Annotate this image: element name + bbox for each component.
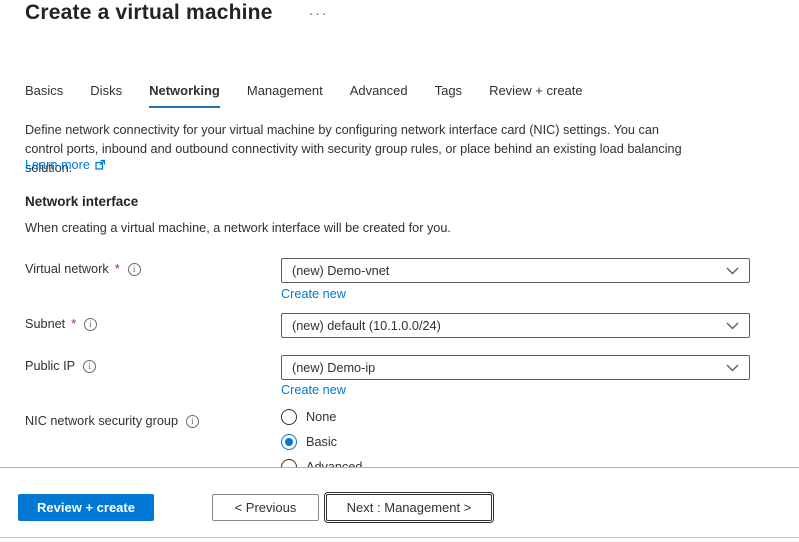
nsg-option-label: Basic <box>306 435 337 449</box>
footer-bar: Review + create < Previous Next : Manage… <box>0 469 799 542</box>
nsg-radio-advanced[interactable] <box>281 459 297 468</box>
public-ip-select[interactable]: (new) Demo-ip <box>281 355 750 380</box>
external-link-icon <box>94 159 106 171</box>
info-icon[interactable]: i <box>83 360 96 373</box>
subnet-label: Subnet* i <box>25 317 97 331</box>
review-create-button[interactable]: Review + create <box>18 494 154 521</box>
chevron-down-icon <box>726 322 739 330</box>
network-interface-heading: Network interface <box>25 194 138 209</box>
virtual-network-value: (new) Demo-vnet <box>292 264 389 278</box>
chevron-down-icon <box>726 364 739 372</box>
virtual-network-select[interactable]: (new) Demo-vnet <box>281 258 750 283</box>
networking-description: Define network connectivity for your vir… <box>25 121 693 178</box>
public-ip-value: (new) Demo-ip <box>292 361 375 375</box>
nsg-option-advanced[interactable]: Advanced <box>281 459 362 468</box>
previous-button[interactable]: < Previous <box>212 494 319 521</box>
nsg-radio-basic[interactable] <box>281 434 297 450</box>
nsg-option-basic[interactable]: Basic <box>281 434 337 450</box>
required-asterisk: * <box>115 262 120 276</box>
nic-nsg-label: NIC network security group i <box>25 414 199 428</box>
public-ip-label: Public IP i <box>25 359 96 373</box>
bottom-divider <box>0 537 799 538</box>
create-vm-page: Create a virtual machine ··· Basics Disk… <box>0 0 799 542</box>
tab-tags[interactable]: Tags <box>435 83 462 108</box>
tab-bar: Basics Disks Networking Management Advan… <box>25 83 583 108</box>
nsg-option-label: Advanced <box>306 460 362 468</box>
next-management-button[interactable]: Next : Management > <box>326 494 492 521</box>
nsg-option-label: None <box>306 410 336 424</box>
tab-disks[interactable]: Disks <box>90 83 122 108</box>
subnet-select[interactable]: (new) default (10.1.0.0/24) <box>281 313 750 338</box>
page-title: Create a virtual machine <box>25 1 273 25</box>
tab-basics[interactable]: Basics <box>25 83 63 108</box>
info-icon[interactable]: i <box>186 415 199 428</box>
info-icon[interactable]: i <box>128 263 141 276</box>
info-icon[interactable]: i <box>84 318 97 331</box>
title-row: Create a virtual machine ··· <box>25 1 329 25</box>
tab-networking[interactable]: Networking <box>149 83 220 108</box>
more-options-button[interactable]: ··· <box>309 5 329 21</box>
tab-management[interactable]: Management <box>247 83 323 108</box>
nsg-radio-none[interactable] <box>281 409 297 425</box>
learn-more-link[interactable]: Learn more <box>25 158 90 172</box>
network-interface-subtext: When creating a virtual machine, a netwo… <box>25 221 451 235</box>
vnet-create-new-link[interactable]: Create new <box>281 287 346 301</box>
tab-review-create[interactable]: Review + create <box>489 83 583 108</box>
nsg-option-none[interactable]: None <box>281 409 336 425</box>
virtual-network-label: Virtual network* i <box>25 262 141 276</box>
required-asterisk: * <box>71 317 76 331</box>
chevron-down-icon <box>726 267 739 275</box>
page-content: Create a virtual machine ··· Basics Disk… <box>0 0 799 468</box>
subnet-value: (new) default (10.1.0.0/24) <box>292 319 441 333</box>
public-ip-create-new-link[interactable]: Create new <box>281 383 346 397</box>
tab-advanced[interactable]: Advanced <box>350 83 408 108</box>
